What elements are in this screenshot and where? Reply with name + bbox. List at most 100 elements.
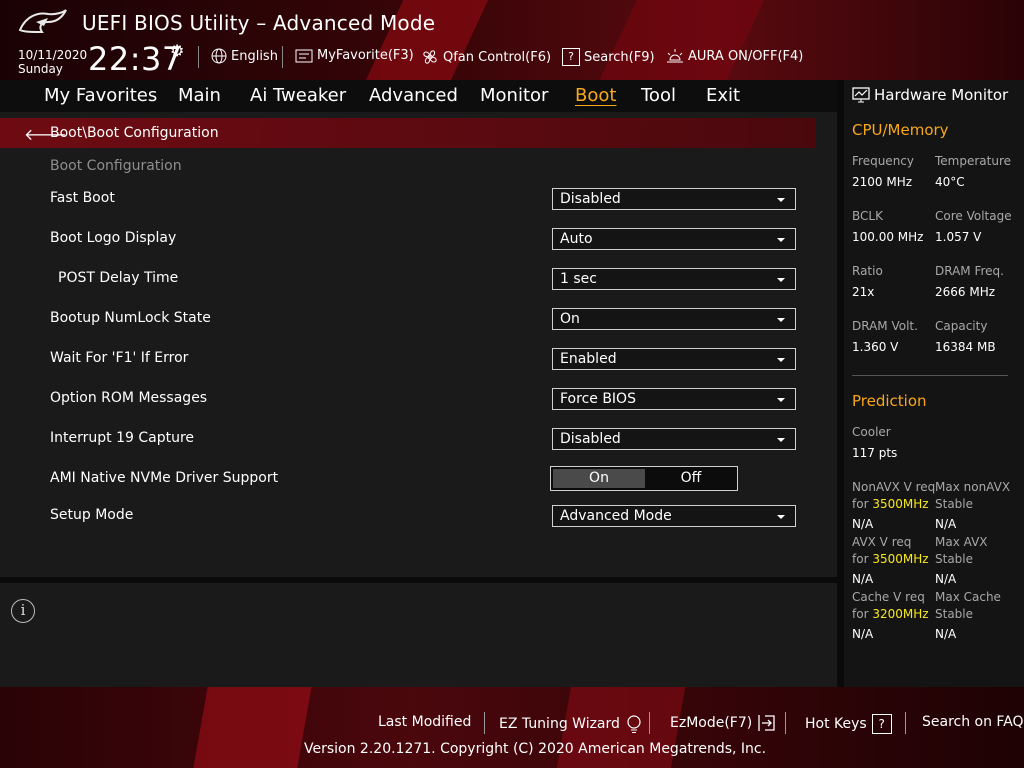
option-rom-label: Option ROM Messages	[50, 390, 208, 406]
nonavx-freq: 3500MHz	[872, 497, 929, 511]
numlock-state-value: On	[560, 311, 580, 327]
wait-f1-value: Enabled	[560, 351, 617, 367]
tab-main[interactable]: Main	[178, 85, 221, 106]
footer-divider	[484, 712, 485, 734]
option-rom-dropdown[interactable]: Force BIOS	[552, 388, 796, 410]
nvme-driver-label: AMI Native NVMe Driver Support	[50, 470, 279, 486]
frequency-value: 2100 MHz	[852, 175, 913, 189]
capacity-value: 16384 MB	[935, 340, 996, 354]
boot-logo-display-value: Auto	[560, 231, 593, 247]
myfavorite-label: MyFavorite(F3)	[317, 48, 414, 63]
max-avx-value: N/A	[935, 572, 957, 586]
max-nonavx-label-text: Max nonAVX	[935, 480, 1011, 494]
footer-divider	[905, 712, 906, 734]
dropdown-caret-icon	[777, 198, 785, 202]
monitor-icon	[852, 87, 870, 103]
core-voltage-label: Core Voltage	[935, 209, 1012, 223]
globe-icon	[211, 48, 227, 64]
help-panel	[0, 583, 837, 687]
max-avx-label-text: Max AVX	[935, 535, 988, 549]
info-icon: i	[11, 599, 35, 623]
temperature-label: Temperature	[935, 154, 1012, 168]
stable-label: Stable	[935, 497, 974, 511]
fast-boot-dropdown[interactable]: Disabled	[552, 188, 796, 210]
capacity-label: Capacity	[935, 319, 988, 333]
wait-f1-label: Wait For 'F1' If Error	[50, 350, 189, 366]
ez-tuning-wizard-button[interactable]: EZ Tuning Wizard	[499, 714, 643, 734]
wait-f1-dropdown[interactable]: Enabled	[552, 348, 796, 370]
cache-req-label-text: Cache V req	[852, 590, 925, 604]
toolbar-divider	[198, 46, 199, 68]
for-label: for	[852, 497, 869, 511]
cpu-memory-title: CPU/Memory	[852, 121, 949, 139]
qfan-button[interactable]: Qfan Control(F6)	[421, 48, 551, 66]
dropdown-caret-icon	[777, 515, 785, 519]
dram-freq-value: 2666 MHz	[935, 285, 996, 299]
post-delay-time-value: 1 sec	[560, 271, 597, 287]
breadcrumb-text: Boot\Boot Configuration	[50, 125, 219, 141]
dram-volt-label: DRAM Volt.	[852, 319, 918, 333]
nonavx-req-label: NonAVX V req for 3500MHz	[852, 479, 935, 513]
avx-req-label-text: AVX V req	[852, 535, 912, 549]
section-title: Boot Configuration	[50, 158, 182, 174]
gear-icon[interactable]: ⚙	[170, 41, 184, 60]
date-display: 10/11/2020 Sunday	[18, 48, 87, 76]
nvme-driver-off-option[interactable]: Off	[647, 469, 735, 488]
last-modified-label: Last Modified	[378, 714, 472, 730]
boot-logo-display-label: Boot Logo Display	[50, 230, 177, 246]
option-rom-value: Force BIOS	[560, 391, 636, 407]
last-modified-button[interactable]: Last Modified	[378, 714, 471, 730]
numlock-state-label: Bootup NumLock State	[50, 310, 211, 326]
ezmode-button[interactable]: EzMode(F7)	[670, 714, 777, 732]
tab-ai-tweaker[interactable]: Ai Tweaker	[250, 85, 346, 106]
interrupt-19-dropdown[interactable]: Disabled	[552, 428, 796, 450]
dropdown-caret-icon	[777, 398, 785, 402]
post-delay-time-dropdown[interactable]: 1 sec	[552, 268, 796, 290]
avx-req-value: N/A	[852, 572, 874, 586]
prediction-title: Prediction	[852, 392, 927, 410]
toolbar-divider	[282, 46, 283, 68]
hardware-monitor-divider	[852, 375, 1008, 376]
ratio-label: Ratio	[852, 264, 883, 278]
tab-monitor[interactable]: Monitor	[480, 85, 548, 106]
for-label: for	[852, 552, 869, 566]
tab-exit[interactable]: Exit	[706, 85, 740, 106]
dropdown-caret-icon	[777, 278, 785, 282]
stable-label: Stable	[935, 552, 974, 566]
ezmode-label: EzMode(F7)	[670, 715, 753, 731]
numlock-state-dropdown[interactable]: On	[552, 308, 796, 330]
language-button[interactable]: English	[211, 48, 278, 64]
day-text: Sunday	[18, 62, 63, 76]
interrupt-19-value: Disabled	[560, 431, 621, 447]
nonavx-req-value: N/A	[852, 517, 874, 531]
myfavorite-button[interactable]: MyFavorite(F3)	[295, 48, 414, 63]
lightbulb-icon	[627, 715, 641, 733]
dram-freq-label: DRAM Freq.	[935, 264, 1004, 278]
nvme-driver-on-option[interactable]: On	[553, 469, 645, 488]
help-key-icon: ?	[871, 714, 892, 734]
tab-advanced[interactable]: Advanced	[369, 85, 458, 106]
app-title: UEFI BIOS Utility – Advanced Mode	[82, 11, 436, 35]
dropdown-caret-icon	[777, 238, 785, 242]
aura-icon	[667, 49, 683, 63]
boot-logo-display-dropdown[interactable]: Auto	[552, 228, 796, 250]
search-button[interactable]: ? Search(F9)	[562, 48, 655, 66]
bclk-value: 100.00 MHz	[852, 230, 924, 244]
setup-mode-value: Advanced Mode	[560, 508, 672, 524]
cache-req-label: Cache V req for 3200MHz	[852, 589, 929, 623]
hot-keys-button[interactable]: Hot Keys ?	[805, 714, 892, 734]
language-label: English	[231, 48, 278, 64]
search-faq-button[interactable]: Search on FAQ	[922, 714, 1024, 730]
aura-button[interactable]: AURA ON/OFF(F4)	[666, 48, 803, 64]
fan-icon	[423, 50, 437, 64]
setup-mode-dropdown[interactable]: Advanced Mode	[552, 505, 796, 527]
search-label: Search(F9)	[584, 49, 655, 65]
dropdown-caret-icon	[777, 438, 785, 442]
tab-tool[interactable]: Tool	[641, 85, 676, 106]
dropdown-caret-icon	[777, 358, 785, 362]
footer-divider	[649, 712, 650, 734]
tab-boot[interactable]: Boot	[575, 85, 616, 106]
tab-my-favorites[interactable]: My Favorites	[44, 85, 157, 106]
aura-label: AURA ON/OFF(F4)	[688, 48, 804, 64]
footer-divider	[785, 712, 786, 734]
